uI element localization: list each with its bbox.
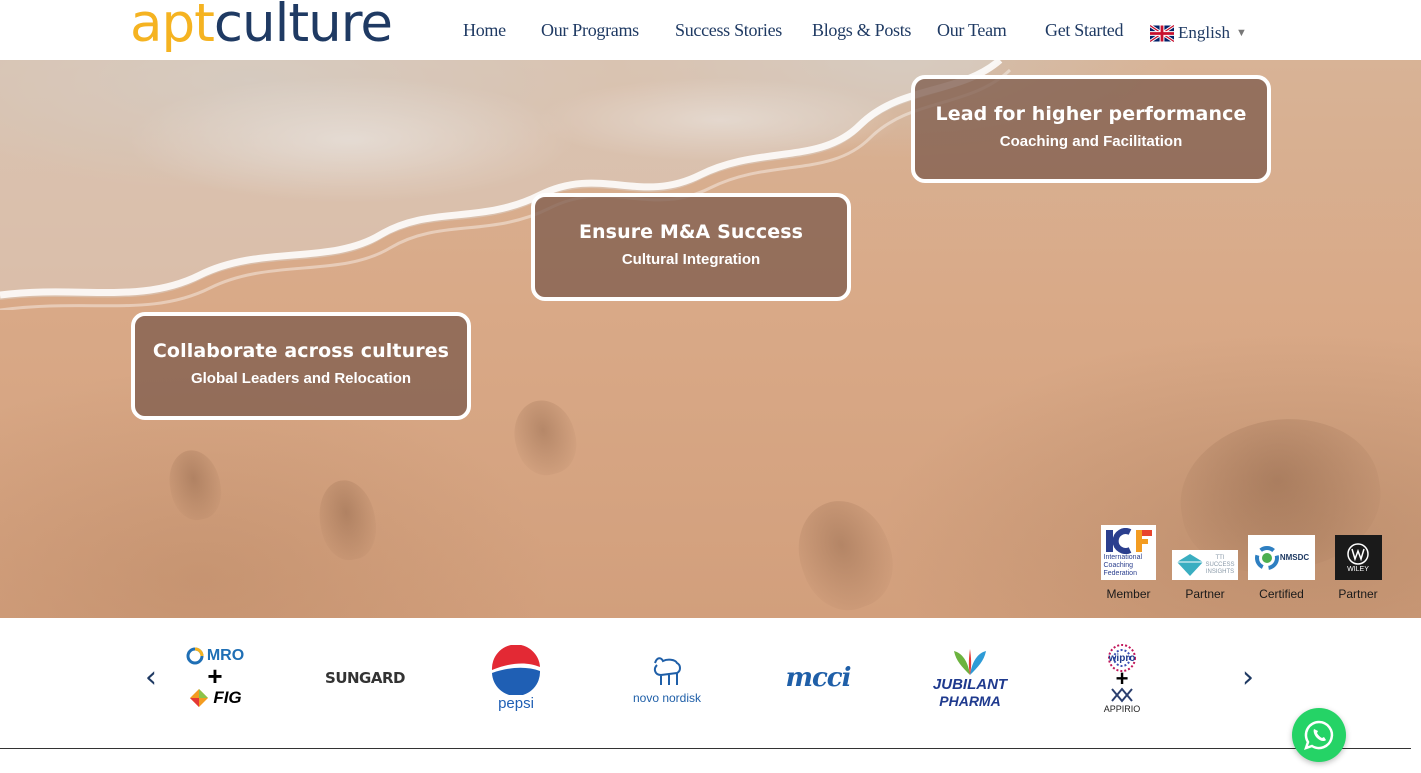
nmsdc-logo: NMSDC — [1248, 535, 1315, 580]
plus-icon: + — [1115, 665, 1129, 691]
client-logo-mcci: mcci — [770, 628, 866, 728]
novo-bull-icon — [653, 657, 681, 685]
client-logo-pepsi: pepsi — [480, 628, 552, 728]
tti-logo: TTI SUCCESS INSIGHTS — [1172, 550, 1238, 580]
footprint-image — [163, 445, 227, 525]
client-logo-jubilant-pharma: JUBILANT PHARMA — [925, 628, 1015, 728]
nav-get-started[interactable]: Get Started — [1045, 20, 1123, 41]
nav-our-programs[interactable]: Our Programs — [541, 20, 639, 41]
section-divider — [0, 748, 1411, 749]
client-name-2: PHARMA — [939, 693, 1001, 709]
badge-tti: TTI SUCCESS INSIGHTS Partner — [1172, 525, 1238, 605]
whatsapp-button[interactable] — [1292, 708, 1346, 762]
jubilant-leaf-icon — [954, 649, 986, 675]
badge-nmsdc: NMSDC Certified — [1248, 525, 1315, 605]
mro-circle-icon — [186, 647, 204, 665]
client-name-2: APPIRIO — [1103, 703, 1141, 714]
card-title: Collaborate across cultures — [152, 340, 450, 362]
client-name: pepsi — [498, 694, 534, 712]
badge-caption: Partner — [1338, 587, 1378, 601]
client-logo-sungard: SUNGARD — [315, 628, 415, 728]
icf-logo: International Coaching Federation — [1101, 525, 1156, 580]
card-subtitle: Global Leaders and Relocation — [190, 370, 412, 387]
card-subtitle: Coaching and Facilitation — [999, 133, 1183, 150]
chevron-left-icon[interactable]: ‹ — [145, 660, 157, 695]
badge-caption: Certified — [1259, 587, 1304, 601]
language-selector[interactable]: English ▼ — [1150, 23, 1247, 43]
footprint-image — [783, 487, 907, 618]
badge-caption: Partner — [1185, 587, 1225, 601]
logo-part-culture: culture — [213, 0, 393, 54]
badge-caption: Member — [1106, 587, 1151, 601]
client-name: JUBILANT — [932, 676, 1008, 693]
nav-home[interactable]: Home — [463, 20, 506, 41]
card-title: Ensure M&A Success — [578, 221, 804, 243]
footprint-image — [506, 393, 584, 482]
card-title: Lead for higher performance — [935, 103, 1247, 125]
client-logo-mro-fig: MRO + FIG — [170, 628, 260, 728]
caret-down-icon: ▼ — [1235, 27, 1247, 39]
uk-flag-icon — [1150, 24, 1174, 42]
client-logo-wipro-appirio: wipro + APPIRIO — [1085, 628, 1159, 728]
wiley-emblem-icon — [1347, 543, 1369, 565]
aptculture-logo[interactable]: aptculture — [130, 0, 393, 54]
badge-wiley: WILEY Partner — [1334, 525, 1382, 605]
fig-leaf-icon — [190, 689, 209, 707]
badge-icf: International Coaching Federation Member — [1100, 525, 1157, 605]
card-lead-performance[interactable]: Lead for higher performance Coaching and… — [911, 75, 1271, 183]
wiley-logo-text: WILEY — [1347, 566, 1369, 573]
client-name-2: FIG — [213, 688, 242, 707]
tti-logo-text: TTI SUCCESS INSIGHTS — [1205, 554, 1235, 575]
pepsi-globe-icon — [491, 644, 541, 695]
site-header: aptculture Home Our Programs Success Sto… — [0, 0, 1421, 60]
footprint-image — [313, 475, 382, 565]
client-name: SUNGARD — [325, 669, 405, 687]
logo-part-apt: apt — [130, 0, 215, 54]
icf-logo-text: International Coaching Federation — [1103, 553, 1143, 577]
client-name: mcci — [785, 663, 851, 693]
whatsapp-icon — [1304, 720, 1334, 750]
wiley-logo: WILEY — [1334, 535, 1382, 580]
hero-banner: Lead for higher performance Coaching and… — [0, 60, 1421, 618]
plus-icon: + — [207, 661, 223, 691]
icf-mark-icon — [1105, 527, 1152, 554]
appirio-mark-icon — [1111, 686, 1133, 703]
nav-success-stories[interactable]: Success Stories — [675, 20, 782, 41]
nmsdc-logo-text: NMSDC — [1279, 553, 1310, 562]
client-logo-carousel: ‹ MRO + FIG SUNGARD pepsi novo nordisk m… — [0, 618, 1421, 748]
nmsdc-swirl-icon — [1254, 545, 1279, 570]
chevron-right-icon[interactable]: › — [1242, 660, 1254, 695]
nav-blogs-posts[interactable]: Blogs & Posts — [812, 20, 911, 41]
card-collaborate-cultures[interactable]: Collaborate across cultures Global Leade… — [131, 312, 471, 420]
client-name: wipro — [1108, 652, 1136, 664]
language-label: English — [1178, 23, 1230, 42]
client-logo-novo-nordisk: novo nordisk — [625, 628, 709, 728]
card-ma-success[interactable]: Ensure M&A Success Cultural Integration — [531, 193, 851, 301]
tti-diamond-icon — [1177, 554, 1203, 576]
nav-our-team[interactable]: Our Team — [937, 20, 1007, 41]
card-subtitle: Cultural Integration — [621, 251, 761, 268]
client-name: novo nordisk — [632, 691, 702, 705]
